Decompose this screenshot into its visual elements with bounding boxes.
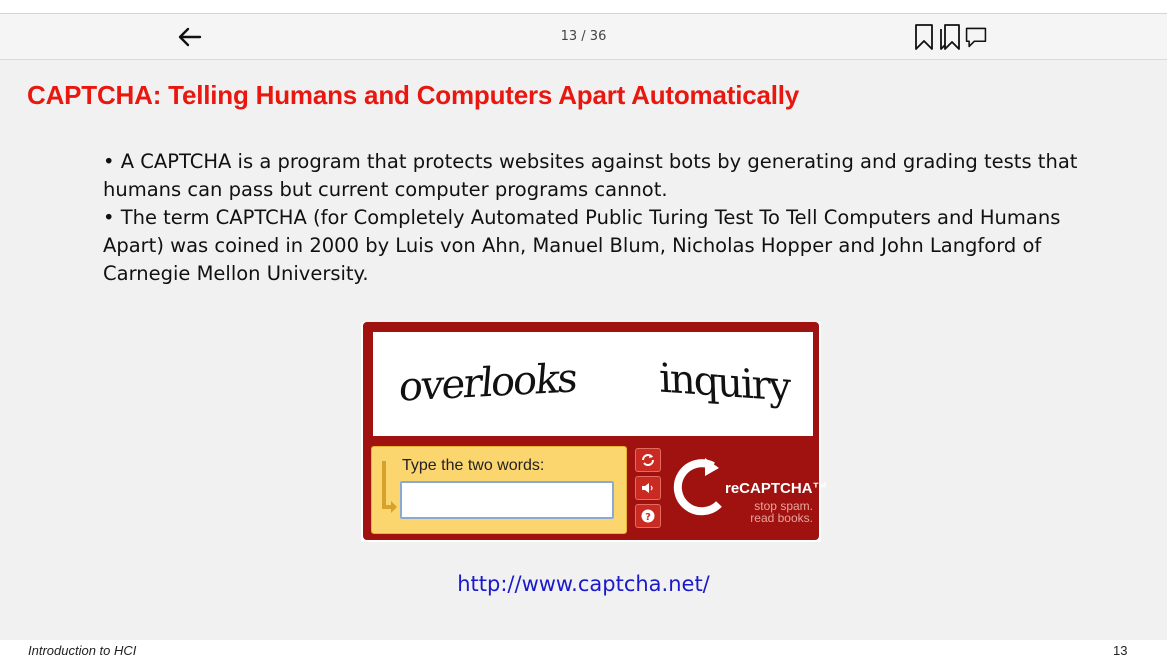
bookmark-icon[interactable] [912,22,936,52]
recaptcha-widget: overlooks inquiry Type the two words: ? … [363,322,828,540]
captcha-link[interactable]: http://www.captcha.net/ [0,572,1167,596]
recaptcha-image: overlooks inquiry Type the two words: ? … [361,322,828,542]
captcha-controls: ? [635,448,663,532]
footer-page-number: 13 [1113,643,1128,658]
bookmarks-icon[interactable] [938,22,962,52]
help-button[interactable]: ? [635,504,661,528]
answer-prompt: Type the two words: [402,457,545,474]
refresh-button[interactable] [635,448,661,472]
slide-title: CAPTCHA: Telling Humans and Computers Ap… [27,80,800,110]
recaptcha-brand: reCAPTCHA™ stop spam. read books. [673,450,828,534]
speaker-icon [642,483,653,493]
comment-icon[interactable] [964,22,988,52]
captcha-challenge: overlooks inquiry [373,332,813,436]
recaptcha-brand-name: reCAPTCHA™ [725,480,828,497]
refresh-icon [642,454,654,466]
answer-panel: Type the two words: [371,446,627,534]
captcha-word-1: overlooks [397,355,579,411]
bullet-item: • A CAPTCHA is a program that protects w… [103,150,1078,201]
recaptcha-tagline: stop spam. read books. [750,500,813,524]
bullet-list: • A CAPTCHA is a program that protects w… [103,148,1103,288]
recaptcha-logo-icon [673,458,722,516]
bullet-item: • The term CAPTCHA (for Completely Autom… [103,206,1061,285]
toolbar-actions [912,22,988,52]
svg-text:?: ? [645,512,651,523]
reader-toolbar: 13 / 36 [0,13,1167,60]
captcha-word-2: inquiry [658,355,791,411]
arrow-down-right-icon [382,461,397,513]
tagline-line: read books. [750,511,813,525]
page-indicator: 13 / 36 [560,29,607,44]
captcha-answer-input[interactable] [400,481,614,519]
audio-button[interactable] [635,476,661,500]
slide-content: CAPTCHA: Telling Humans and Computers Ap… [0,60,1167,640]
footer-course: Introduction to HCI [28,643,137,658]
help-icon: ? [641,509,655,523]
